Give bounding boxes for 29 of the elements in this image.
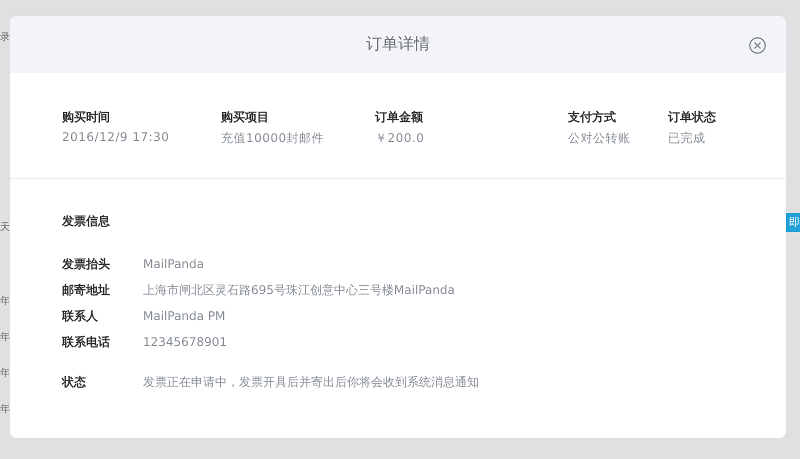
summary-value: 公对公转账: [568, 130, 632, 147]
field-value: MailPanda PM: [143, 309, 226, 323]
field-label: 联系人: [62, 308, 99, 324]
summary-label: 订单状态: [668, 109, 717, 126]
summary-value: ￥200.0: [375, 130, 426, 147]
background-text: 天: [0, 222, 10, 234]
summary-value: 2016/12/9 17:30: [62, 130, 170, 144]
background-text: 录: [0, 32, 10, 44]
summary-label: 订单金额: [375, 109, 424, 126]
summary-label: 购买时间: [62, 109, 111, 126]
summary-value: 已完成: [668, 130, 706, 147]
field-value: 12345678901: [143, 335, 227, 349]
background-text: 年: [0, 296, 10, 308]
field-label: 状态: [62, 374, 87, 390]
summary-label: 购买项目: [221, 109, 270, 126]
field-value: MailPanda: [143, 257, 204, 271]
field-label: 邮寄地址: [62, 282, 111, 298]
field-value: 上海市闸北区灵石路695号珠江创意中心三号楼MailPanda: [143, 282, 455, 298]
summary-label: 支付方式: [568, 109, 617, 126]
close-icon[interactable]: [749, 37, 766, 54]
dialog-title: 订单详情: [366, 34, 430, 55]
summary-value: 充值10000封邮件: [221, 130, 326, 147]
background-text: 年: [0, 368, 10, 380]
background-text: 年: [0, 404, 10, 416]
section-heading: 发票信息: [62, 213, 111, 230]
field-label: 联系电话: [62, 334, 111, 350]
background-text: 年: [0, 332, 10, 344]
status-message: 发票正在申请中，发票开具后并寄出后你将会收到系统消息通知: [143, 374, 479, 390]
field-label: 发票抬头: [62, 256, 111, 272]
